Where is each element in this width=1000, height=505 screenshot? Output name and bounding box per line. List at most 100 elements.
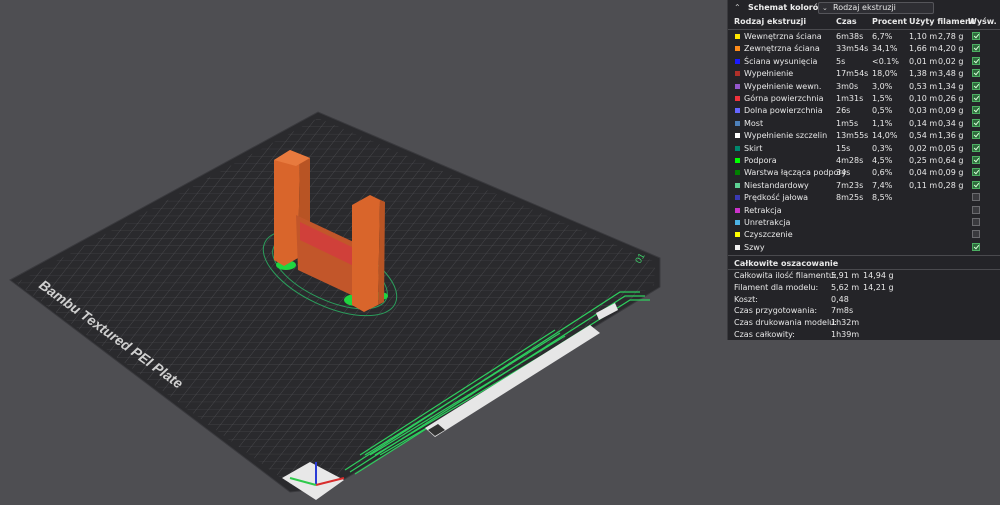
build-plate bbox=[9, 111, 661, 493]
feature-weight: 0,05 g bbox=[938, 143, 964, 153]
color-swatch bbox=[735, 96, 740, 101]
feature-percent: 7,4% bbox=[872, 180, 893, 190]
view-type-select[interactable]: ⌄ Rodzaj ekstruzji bbox=[818, 2, 934, 14]
divider bbox=[728, 269, 1000, 270]
feature-percent: 14,0% bbox=[872, 131, 898, 141]
estimation-row: Czas całkowity: 1h39m bbox=[734, 330, 999, 342]
chevron-up-icon[interactable]: ⌃ bbox=[734, 3, 744, 13]
color-swatch bbox=[735, 34, 740, 39]
color-swatch bbox=[735, 170, 740, 176]
col-filament: Użyty filament bbox=[909, 17, 975, 26]
visibility-checkbox[interactable] bbox=[972, 69, 980, 78]
color-swatch bbox=[735, 71, 740, 77]
feature-length: 0,01 m bbox=[909, 56, 938, 66]
feature-length: 0,02 m bbox=[909, 143, 938, 153]
feature-name: Unretrakcja bbox=[744, 218, 791, 227]
view-type-value: Rodzaj ekstruzji bbox=[833, 3, 896, 12]
feature-percent: 34,1% bbox=[872, 44, 898, 54]
legend-row[interactable]: Wewnętrzna ściana 6m38s 6,7% 1,10 m 2,78 g bbox=[728, 31, 1000, 44]
feature-name: Wewnętrzna ściana bbox=[744, 32, 822, 41]
feature-name: Czyszczenie bbox=[744, 230, 793, 240]
feature-name: Retrakcja bbox=[744, 205, 782, 215]
legend-row[interactable]: Warstwa łącząca podpory 34s 0,6% 0,04 m 0,09… bbox=[728, 167, 1000, 180]
visibility-checkbox[interactable] bbox=[972, 143, 980, 152]
legend-row[interactable]: Szwy bbox=[728, 242, 1000, 255]
legend-row[interactable]: Dolna powierzchnia 26s 0,5% 0,03 m 0,09 g bbox=[728, 105, 1000, 118]
color-swatch bbox=[735, 133, 740, 139]
feature-percent: 0,3% bbox=[872, 143, 893, 153]
legend-row[interactable]: Górna powierzchnia 1m31s 1,5% 0,10 m 0,26 g bbox=[728, 93, 1000, 106]
color-swatch bbox=[735, 195, 740, 201]
visibility-checkbox[interactable] bbox=[972, 81, 980, 90]
estimation-value-2: 14,94 g bbox=[863, 271, 894, 280]
feature-percent: 8,5% bbox=[872, 193, 893, 203]
legend-row[interactable]: Retrakcja bbox=[728, 205, 1000, 218]
color-swatch bbox=[735, 83, 740, 89]
col-percent: Procent bbox=[872, 17, 907, 26]
feature-length: 0,10 m bbox=[909, 94, 938, 103]
feature-weight: 1,36 g bbox=[938, 131, 964, 141]
visibility-checkbox[interactable] bbox=[972, 193, 980, 202]
legend-row[interactable]: Podpora 4m28s 4,5% 0,25 m 0,64 g bbox=[728, 155, 1000, 168]
color-scheme-title: Schemat kolorów bbox=[748, 3, 826, 12]
feature-percent: 1,1% bbox=[872, 118, 893, 128]
visibility-checkbox[interactable] bbox=[972, 180, 980, 189]
feature-length: 0,11 m bbox=[909, 180, 938, 190]
color-swatch bbox=[735, 220, 740, 225]
legend-row[interactable]: Czyszczenie bbox=[728, 229, 1000, 242]
feature-time: 34s bbox=[836, 168, 851, 178]
visibility-checkbox[interactable] bbox=[972, 56, 980, 65]
legend-row[interactable]: Prędkość jałowa 8m25s 8,5% bbox=[728, 192, 1000, 205]
feature-name: Szwy bbox=[744, 242, 765, 252]
visibility-checkbox[interactable] bbox=[972, 32, 980, 40]
legend-row[interactable]: Most 1m5s 1,1% 0,14 m 0,34 g bbox=[728, 118, 1000, 131]
divider bbox=[728, 255, 1000, 256]
feature-time: 33m54s bbox=[836, 44, 869, 54]
divider bbox=[728, 29, 1000, 30]
estimation-label: Całkowita ilość filamentu: bbox=[734, 271, 837, 280]
feature-length: 1,66 m bbox=[909, 44, 938, 54]
legend-panel: ⌃ Schemat kolorów ⌄ Rodzaj ekstruzji Rod… bbox=[727, 0, 1000, 340]
feature-percent: 0,5% bbox=[872, 106, 893, 116]
col-visible: Wyśw. bbox=[968, 17, 997, 26]
feature-percent: 1,5% bbox=[872, 94, 893, 103]
legend-row[interactable]: Ściana wysunięcia 5s <0.1% 0,01 m 0,02 g bbox=[728, 56, 1000, 69]
legend-row[interactable]: Wypełnienie szczelin 13m55s 14,0% 0,54 m 1,3… bbox=[728, 130, 1000, 143]
estimation-label: Filament dla modelu: bbox=[734, 282, 819, 292]
feature-percent: 18,0% bbox=[872, 69, 898, 79]
feature-name: Prędkość jałowa bbox=[744, 193, 809, 203]
visibility-checkbox[interactable] bbox=[972, 131, 980, 140]
visibility-checkbox[interactable] bbox=[972, 118, 980, 127]
feature-time: 4m28s bbox=[836, 156, 864, 165]
color-swatch bbox=[735, 232, 740, 238]
feature-weight: 0,34 g bbox=[938, 118, 964, 128]
estimation-row: Koszt: 0,48 bbox=[734, 295, 999, 307]
estimation-label: Koszt: bbox=[734, 294, 758, 304]
visibility-checkbox[interactable] bbox=[972, 218, 980, 226]
feature-name: Wypełnienie wewn. bbox=[744, 81, 822, 91]
color-scheme-header: ⌃ Schemat kolorów ⌄ Rodzaj ekstruzji bbox=[728, 0, 1000, 16]
legend-row[interactable]: Wypełnienie wewn. 3m0s 3,0% 0,53 m 1,34 g bbox=[728, 81, 1000, 94]
feature-time: 6m38s bbox=[836, 32, 864, 41]
feature-time: 15s bbox=[836, 143, 851, 153]
legend-row[interactable]: Niestandardowy 7m23s 7,4% 0,11 m 0,28 g bbox=[728, 180, 1000, 193]
visibility-checkbox[interactable] bbox=[972, 205, 980, 214]
feature-time: 13m55s bbox=[836, 131, 869, 141]
feature-weight: 0,26 g bbox=[938, 94, 964, 103]
feature-weight: 4,20 g bbox=[938, 44, 964, 54]
legend-row[interactable]: Skirt 15s 0,3% 0,02 m 0,05 g bbox=[728, 143, 1000, 156]
visibility-checkbox[interactable] bbox=[972, 230, 980, 239]
legend-row[interactable]: Wypełnienie 17m54s 18,0% 1,38 m 3,48 g bbox=[728, 68, 1000, 81]
legend-row[interactable]: Zewnętrzna ściana 33m54s 34,1% 1,66 m 4,20 g bbox=[728, 43, 1000, 56]
visibility-checkbox[interactable] bbox=[972, 156, 980, 164]
color-swatch bbox=[735, 158, 740, 163]
estimation-row: Czas przygotowania: 7m8s bbox=[734, 306, 999, 318]
visibility-checkbox[interactable] bbox=[972, 242, 980, 251]
feature-length: 0,53 m bbox=[909, 81, 938, 91]
visibility-checkbox[interactable] bbox=[972, 106, 980, 115]
visibility-checkbox[interactable] bbox=[972, 44, 980, 53]
visibility-checkbox[interactable] bbox=[972, 168, 980, 177]
visibility-checkbox[interactable] bbox=[972, 94, 980, 102]
legend-row[interactable]: Unretrakcja bbox=[728, 217, 1000, 230]
feature-name: Wypełnienie bbox=[744, 69, 794, 79]
